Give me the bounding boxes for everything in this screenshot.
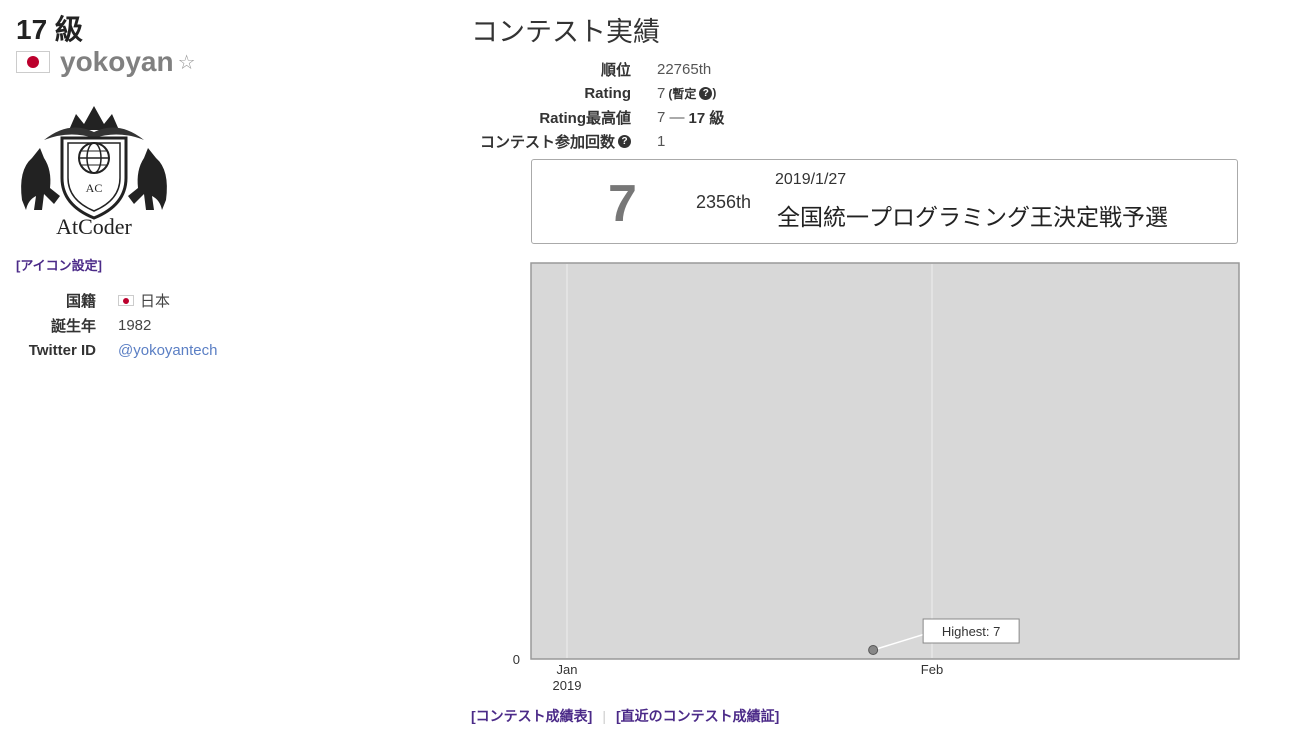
stat-value: 7 bbox=[657, 84, 666, 102]
svg-text:AC: AC bbox=[86, 181, 103, 195]
latest-certificate-link[interactable]: [直近のコンテスト成績証] bbox=[616, 706, 779, 726]
contest-name[interactable]: 全国統一プログラミング王決定戦予選 bbox=[777, 198, 1168, 232]
twitter-link[interactable]: @yokoyantech bbox=[118, 342, 217, 359]
svg-text:AtCoder: AtCoder bbox=[56, 214, 132, 239]
contest-rating: 7 bbox=[608, 175, 637, 233]
japan-flag-icon bbox=[16, 51, 50, 73]
user-kyu: 17 級 bbox=[16, 14, 83, 45]
stat-rank: 順位 22765th bbox=[471, 57, 724, 81]
info-row-country: 国籍 日本 bbox=[16, 288, 217, 313]
stat-rating: Rating 7 (暫定 ? ) bbox=[471, 81, 724, 105]
info-value: 1982 bbox=[118, 317, 152, 334]
stat-value: 22765th bbox=[657, 60, 712, 78]
help-icon[interactable]: ? bbox=[699, 86, 713, 100]
horse-right-icon bbox=[128, 148, 167, 210]
annotation-label: Highest: 7 bbox=[942, 624, 1001, 639]
rating-chart[interactable]: Jan 2019 Feb 0 Highest: 7 bbox=[513, 262, 1240, 693]
chart-background bbox=[530, 262, 1240, 660]
user-header: yokoyan ☆ bbox=[16, 44, 196, 80]
favorite-star-icon[interactable]: ☆ bbox=[178, 50, 196, 75]
data-point bbox=[868, 645, 879, 655]
separator: | bbox=[602, 708, 606, 724]
info-key: Twitter ID bbox=[28, 342, 96, 359]
stat-participation: コンテスト参加回数 ? 1 bbox=[471, 129, 724, 153]
info-row-birth-year: 誕生年 1982 bbox=[16, 313, 217, 338]
x-tick-label: Jan 2019 bbox=[553, 662, 582, 693]
crown-icon bbox=[69, 106, 119, 130]
info-key: 誕生年 bbox=[50, 318, 96, 335]
username-link[interactable]: yokoyan bbox=[60, 46, 174, 78]
profile-info-table: 国籍 日本 誕生年 1982 Twitter ID @yokoyantech bbox=[16, 288, 218, 363]
info-value: 日本 bbox=[140, 293, 171, 310]
stat-label: Rating最高値 bbox=[539, 109, 631, 127]
latest-contest-box: 7 2356th 2019/1/27 全国統一プログラミング王決定戦予選 bbox=[531, 159, 1238, 244]
page-title: コンテスト実績 bbox=[471, 17, 660, 47]
contest-stats: 順位 22765th Rating 7 (暫定 ? ) Rating最高値 7 … bbox=[471, 57, 724, 153]
contest-date: 2019/1/27 bbox=[775, 171, 847, 188]
provisional-label: (暫定 bbox=[668, 86, 697, 101]
horse-left-icon bbox=[21, 148, 60, 210]
stat-label: コンテスト参加回数 bbox=[479, 133, 615, 151]
x-tick-label: Feb bbox=[921, 662, 943, 677]
stat-value: 7 — bbox=[657, 108, 685, 126]
paren-close: ) bbox=[712, 86, 717, 100]
history-link[interactable]: [コンテスト成績表] bbox=[471, 706, 592, 726]
atcoder-logo: AC AtCoder bbox=[21, 106, 167, 239]
icon-settings-link[interactable]: [アイコン設定] bbox=[16, 255, 102, 274]
y-tick-label: 0 bbox=[513, 652, 520, 667]
help-icon[interactable]: ? bbox=[618, 134, 631, 148]
info-row-twitter: Twitter ID @yokoyantech bbox=[16, 338, 218, 363]
info-key: 国籍 bbox=[65, 293, 96, 310]
contest-place: 2356th bbox=[696, 192, 752, 212]
bottom-links: [コンテスト成績表] | [直近のコンテスト成績証] bbox=[471, 706, 779, 726]
stat-label: Rating bbox=[584, 84, 631, 102]
stat-value: 1 bbox=[657, 132, 666, 150]
highest-kyu: 17 級 bbox=[688, 109, 725, 127]
stat-label: 順位 bbox=[600, 61, 631, 79]
japan-flag-icon bbox=[118, 295, 134, 306]
stat-highest: Rating最高値 7 — 17 級 bbox=[471, 105, 724, 129]
